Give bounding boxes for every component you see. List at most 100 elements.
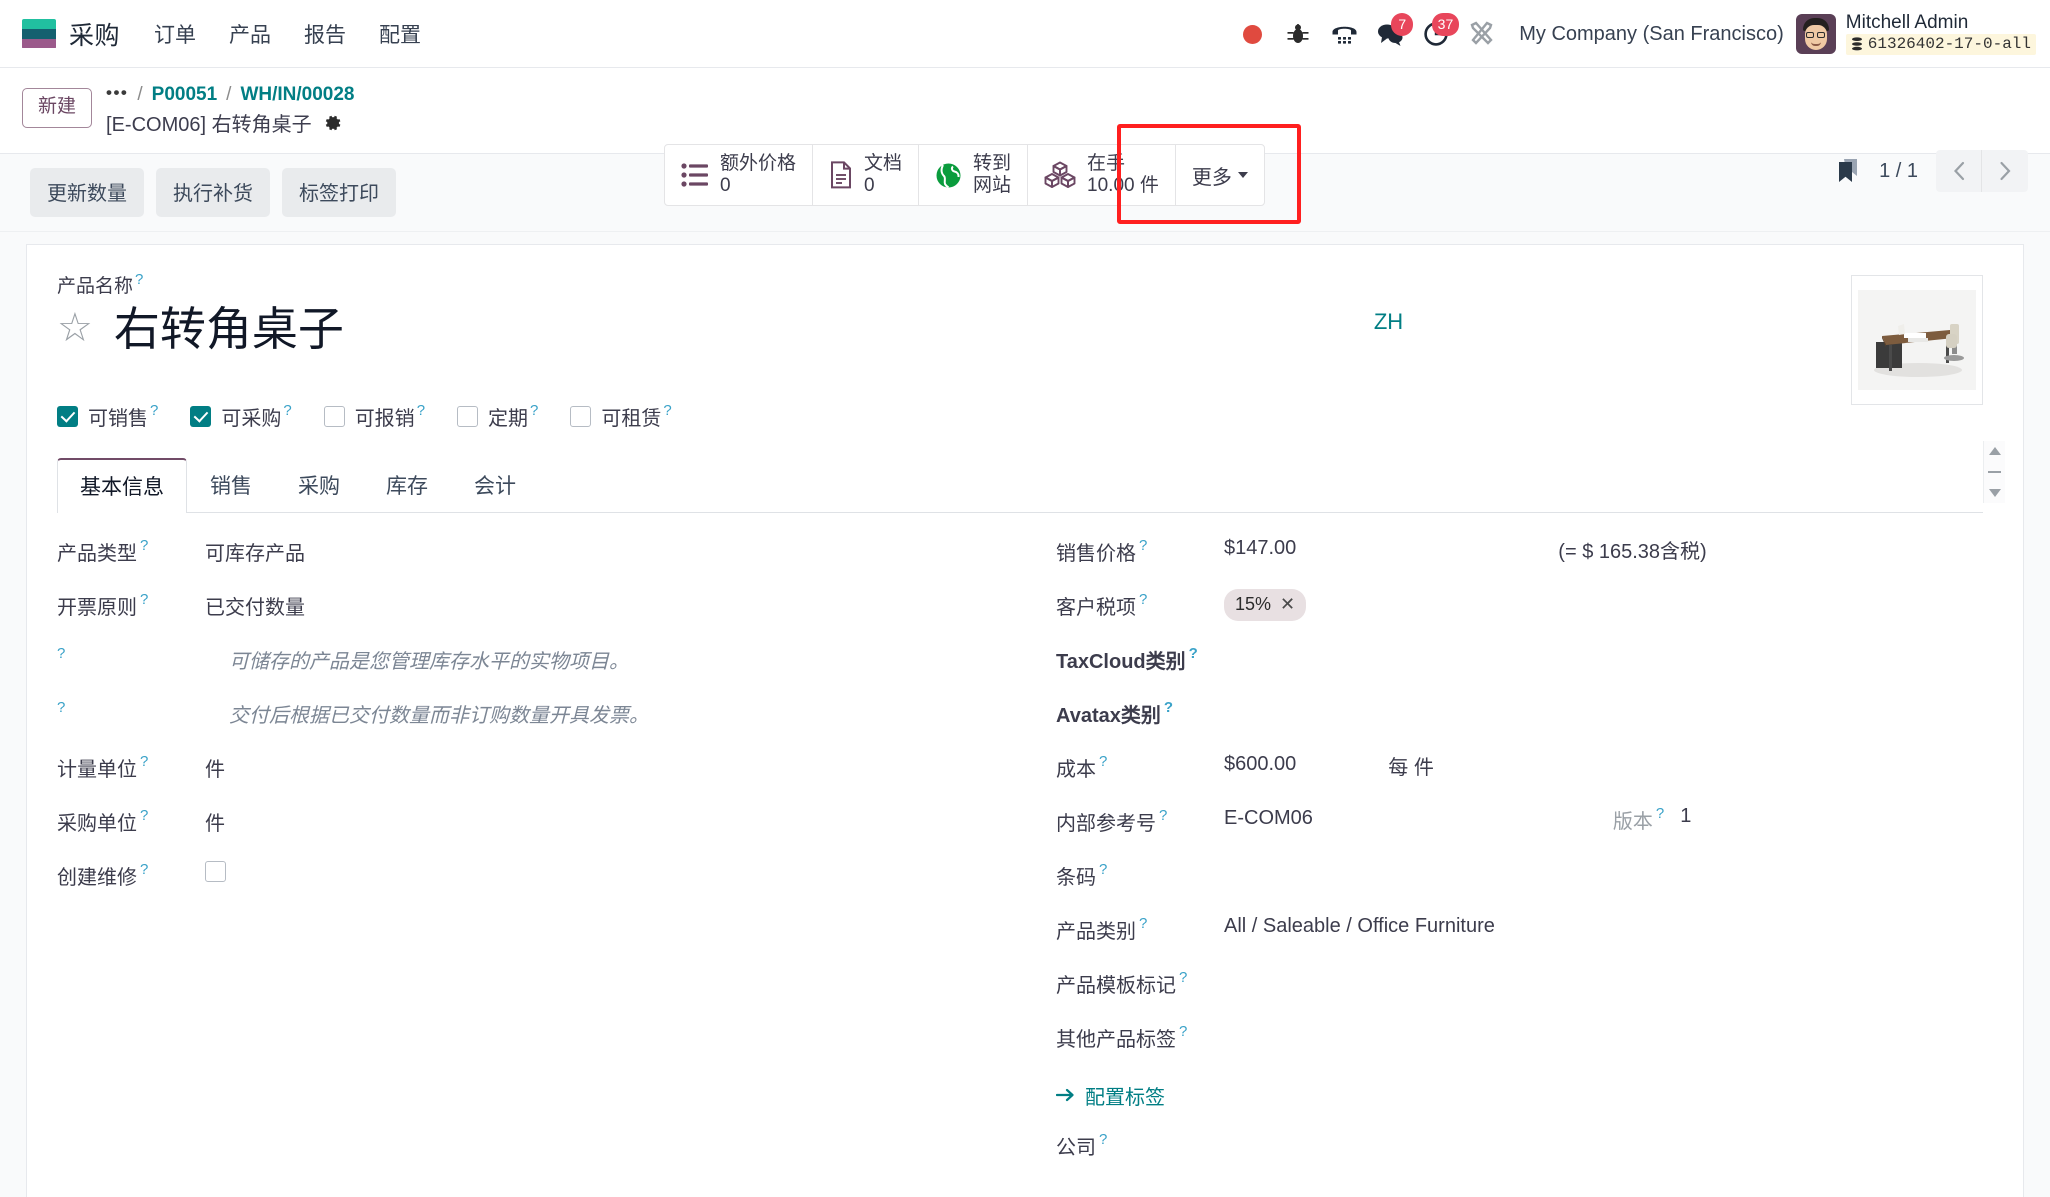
checkbox-box[interactable] <box>457 405 479 427</box>
menu-item-orders[interactable]: 订单 <box>154 19 196 49</box>
gear-icon[interactable] <box>323 113 343 133</box>
company-switcher[interactable]: My Company (San Francisco) <box>1519 23 1784 46</box>
help-icon[interactable]: ? <box>57 700 65 715</box>
update-quantity-button[interactable]: 更新数量 <box>30 168 144 217</box>
activity-clock-icon[interactable]: 37 <box>1413 11 1460 57</box>
breadcrumb-overflow-icon[interactable]: ••• <box>106 83 128 103</box>
help-icon[interactable]: ? <box>1179 1024 1187 1039</box>
help-icon[interactable]: ? <box>1159 808 1167 823</box>
field-value[interactable]: $600.00 <box>1224 751 1296 776</box>
print-labels-button[interactable]: 标签打印 <box>282 168 396 217</box>
checkbox-box[interactable] <box>57 405 78 427</box>
help-icon[interactable]: ? <box>150 403 158 418</box>
help-icon[interactable]: ? <box>140 592 148 607</box>
tax-tag[interactable]: 15% ✕ <box>1224 588 1307 621</box>
help-icon[interactable]: ? <box>1189 646 1198 661</box>
tab-accounting[interactable]: 会计 <box>451 458 539 513</box>
checkbox-box[interactable] <box>323 405 345 427</box>
favorite-star-icon[interactable]: ☆ <box>57 308 93 348</box>
help-icon[interactable]: ? <box>1179 970 1187 985</box>
field-value[interactable]: 件 <box>205 751 225 782</box>
tab-inventory[interactable]: 库存 <box>363 458 451 513</box>
checkbox-can-be-sold[interactable]: 可销售? <box>57 402 158 431</box>
checkbox-box[interactable] <box>190 405 212 427</box>
help-icon[interactable]: ? <box>663 403 671 418</box>
field-value[interactable]: All / Saleable / Office Furniture <box>1224 913 1495 938</box>
pager-next-button[interactable] <box>1982 150 2028 192</box>
field-invoicing-policy: 开票原则? 已交付数量 <box>57 589 1020 631</box>
stat-button-more[interactable]: 更多 <box>1176 145 1264 205</box>
help-icon[interactable]: ? <box>1164 700 1173 715</box>
create-repair-checkbox[interactable] <box>205 860 226 882</box>
help-icon[interactable]: ? <box>1139 538 1147 553</box>
pager-counter[interactable]: 1 / 1 <box>1879 160 1918 183</box>
user-menu[interactable]: Mitchell Admin 61326402-17-0-all <box>1795 12 2036 56</box>
app-brand[interactable]: 采购 <box>22 16 120 52</box>
stat-button-extra-prices[interactable]: 额外价格 0 <box>665 145 814 205</box>
field-value[interactable]: 件 <box>205 805 225 836</box>
bug-icon[interactable] <box>1275 11 1321 57</box>
tab-general-information[interactable]: 基本信息 <box>57 457 187 513</box>
help-icon[interactable]: ? <box>140 808 148 823</box>
product-image[interactable] <box>1851 275 1983 405</box>
help-icon[interactable]: ? <box>140 754 148 769</box>
top-navbar: 采购 订单 产品 报告 配置 7 37 My Company (San Fran… <box>0 0 2050 68</box>
record-title: [E-COM06] 右转角桌子 <box>106 114 312 136</box>
menu-item-configuration[interactable]: 配置 <box>379 19 421 49</box>
product-name-value[interactable]: 右转角桌子 <box>114 303 344 356</box>
stat-button-on-hand[interactable]: 在手 10.00 件 <box>1028 145 1176 205</box>
field-label: 产品模板标记? <box>1056 968 1188 997</box>
tab-sales[interactable]: 销售 <box>187 458 275 513</box>
help-icon[interactable]: ? <box>135 272 143 287</box>
help-icon[interactable]: ? <box>1139 916 1147 931</box>
checkbox-box[interactable] <box>570 405 592 427</box>
field-value[interactable]: 已交付数量 <box>205 589 305 620</box>
help-icon[interactable]: ? <box>140 538 148 553</box>
stat-buttons-group: 额外价格 0 文档 0 转到 网站 在手 10.00 件 更多 <box>664 144 1265 206</box>
field-other-product-tags: 其他产品标签? <box>1056 1021 1983 1063</box>
notebook-tabs: 基本信息 销售 采购 库存 会计 <box>57 440 2005 513</box>
configure-tags-link[interactable]: 配置标签 <box>1056 1081 1165 1110</box>
tools-icon[interactable] <box>1459 11 1505 57</box>
menu-item-products[interactable]: 产品 <box>229 19 271 49</box>
breadcrumb-item-p00051[interactable]: P00051 <box>152 84 218 106</box>
stat-value: 网站 <box>973 175 1012 196</box>
bookmark-icon[interactable] <box>1835 157 1861 185</box>
help-icon[interactable]: ? <box>57 646 65 661</box>
scrollbar-thumb[interactable] <box>1988 470 2001 473</box>
help-icon[interactable]: ? <box>1656 806 1664 821</box>
help-icon[interactable]: ? <box>1099 862 1107 877</box>
help-icon[interactable]: ? <box>530 403 538 418</box>
replenish-button[interactable]: 执行补货 <box>156 168 270 217</box>
phone-dialpad-icon[interactable] <box>1321 11 1367 57</box>
checkbox-recurring[interactable]: 定期? <box>457 402 538 431</box>
field-label: ? <box>57 697 205 715</box>
field-value[interactable]: 可库存产品 <box>205 535 305 566</box>
close-icon[interactable]: ✕ <box>1280 594 1295 615</box>
help-icon[interactable]: ? <box>140 862 148 877</box>
tab-scrollbar[interactable] <box>1983 440 2005 503</box>
help-icon[interactable]: ? <box>1139 592 1147 607</box>
menu-item-reports[interactable]: 报告 <box>304 19 346 49</box>
pager-previous-button[interactable] <box>1936 150 1982 192</box>
language-badge[interactable]: ZH <box>1374 309 1403 335</box>
stat-button-documents[interactable]: 文档 0 <box>813 145 920 205</box>
checkbox-can-be-rented[interactable]: 可租赁? <box>570 402 672 431</box>
breadcrumb-item-whin00028[interactable]: WH/IN/00028 <box>240 84 354 106</box>
help-icon[interactable]: ? <box>1099 1132 1107 1147</box>
checkbox-can-be-purchased[interactable]: 可采购? <box>190 402 292 431</box>
help-icon[interactable]: ? <box>283 403 291 418</box>
record-dot-icon[interactable] <box>1229 11 1275 57</box>
chevron-down-icon[interactable] <box>1988 488 2001 497</box>
checkbox-can-be-expensed[interactable]: 可报销? <box>323 402 425 431</box>
field-value[interactable]: $147.00 <box>1224 535 1296 560</box>
field-value[interactable]: E-COM06 <box>1224 805 1313 830</box>
tab-purchase[interactable]: 采购 <box>275 458 363 513</box>
field-label: 计量单位? <box>57 752 149 781</box>
messages-icon[interactable]: 7 <box>1367 11 1414 57</box>
help-icon[interactable]: ? <box>1099 754 1107 769</box>
new-button[interactable]: 新建 <box>22 88 93 128</box>
stat-button-go-to-website[interactable]: 转到 网站 <box>919 145 1029 205</box>
help-icon[interactable]: ? <box>417 403 425 418</box>
chevron-up-icon[interactable] <box>1988 446 2001 455</box>
